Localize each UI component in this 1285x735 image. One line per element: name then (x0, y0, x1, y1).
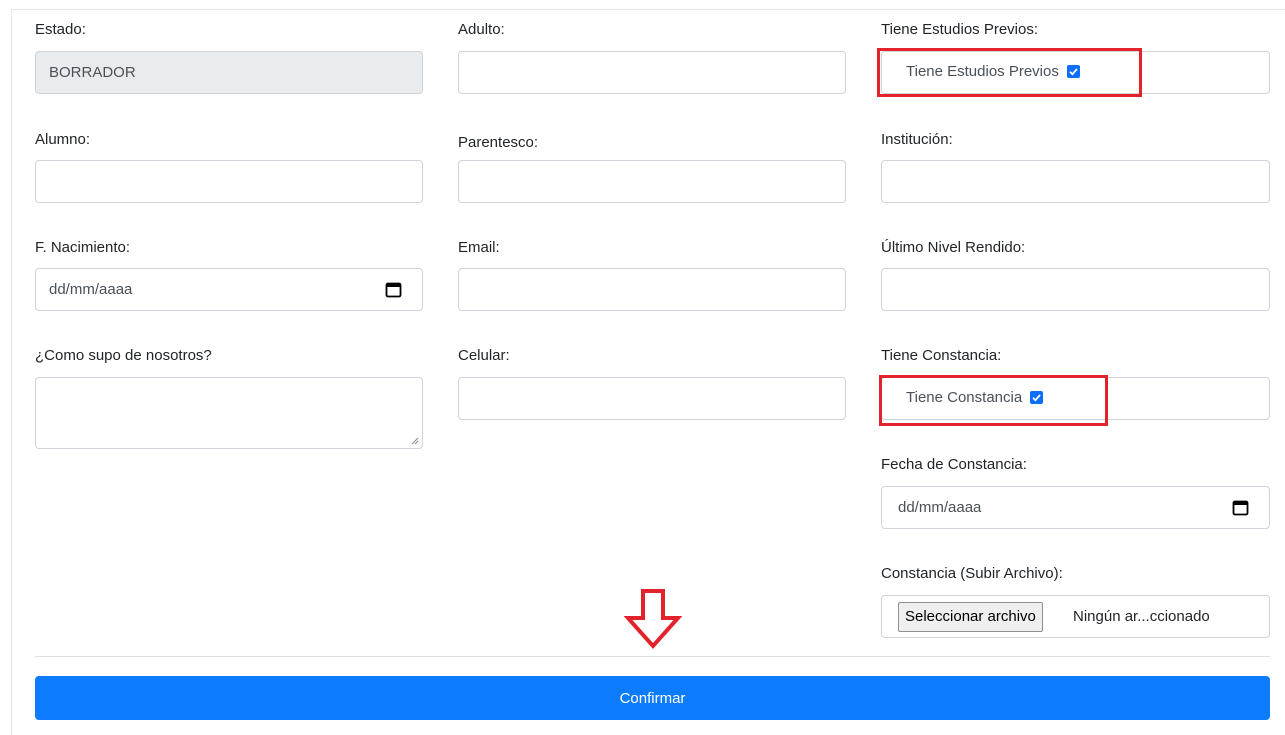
confirm-button[interactable]: Confirmar (35, 676, 1270, 720)
email-input[interactable] (458, 268, 846, 311)
highlight-box-estudios (877, 48, 1142, 97)
nacimiento-label: F. Nacimiento: (35, 239, 131, 256)
file-upload-field: Seleccionar archivo Ningún ar...ccionado (881, 595, 1270, 638)
calendar-icon[interactable] (1232, 499, 1249, 516)
estudios-previos-label: Tiene Estudios Previos: (881, 21, 1039, 38)
arrow-down-icon (624, 589, 682, 650)
estado-label: Estado: (35, 21, 86, 38)
nacimiento-date-input[interactable]: dd/mm/aaaa (35, 268, 423, 311)
nacimiento-placeholder: dd/mm/aaaa (49, 281, 133, 298)
file-status-text: Ningún ar...ccionado (1073, 608, 1210, 625)
resize-grip-icon[interactable] (411, 437, 419, 445)
alumno-label: Alumno: (35, 131, 91, 148)
alumno-input[interactable] (35, 160, 423, 203)
celular-input[interactable] (458, 377, 846, 420)
calendar-icon[interactable] (385, 281, 402, 298)
como-supo-textarea-control[interactable] (36, 378, 422, 448)
adulto-label: Adulto: (458, 21, 505, 38)
ultimo-nivel-label: Último Nivel Rendido: (881, 239, 1026, 256)
parentesco-label: Parentesco: (458, 134, 539, 151)
estado-value: BORRADOR (49, 64, 136, 81)
email-label: Email: (458, 239, 500, 256)
parentesco-input[interactable] (458, 160, 846, 203)
highlight-box-constancia (879, 375, 1108, 426)
ultimo-nivel-input[interactable] (881, 268, 1270, 311)
institucion-input[interactable] (881, 160, 1270, 203)
adulto-input[interactable] (458, 51, 846, 94)
container-top-border (11, 9, 1285, 10)
como-supo-textarea[interactable] (35, 377, 423, 449)
select-file-button[interactable]: Seleccionar archivo (898, 602, 1043, 632)
institucion-label: Institución: (881, 131, 953, 148)
form-divider (35, 656, 1270, 657)
constancia-label: Tiene Constancia: (881, 347, 1002, 364)
subir-archivo-label: Constancia (Subir Archivo): (881, 565, 1063, 582)
container-left-border (11, 9, 12, 735)
fecha-constancia-date-input[interactable]: dd/mm/aaaa (881, 486, 1270, 529)
fecha-constancia-label: Fecha de Constancia: (881, 456, 1027, 473)
estado-field: BORRADOR (35, 51, 423, 94)
celular-label: Celular: (458, 347, 510, 364)
como-supo-label: ¿Como supo de nosotros? (35, 347, 212, 364)
fecha-constancia-placeholder: dd/mm/aaaa (898, 499, 982, 516)
